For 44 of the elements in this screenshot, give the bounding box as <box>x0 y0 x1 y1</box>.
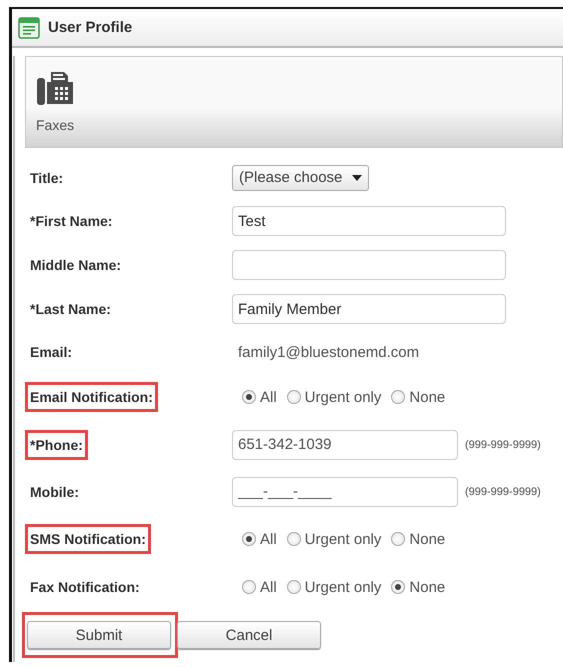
highlighted-field-label: *Phone: <box>25 430 88 460</box>
field-label: Title: <box>29 168 64 188</box>
field-label: Email: <box>29 343 74 362</box>
radio-option[interactable]: None <box>391 530 446 548</box>
radio-option[interactable]: All <box>242 530 277 548</box>
radio-option[interactable]: Urgent only <box>286 388 382 406</box>
phone-field[interactable]: 651-342-1039 <box>232 430 458 460</box>
radio-button[interactable] <box>286 580 301 594</box>
fax-icon <box>36 69 74 107</box>
highlighted-field-label: Email Notification: <box>25 382 158 412</box>
radio-option[interactable]: None <box>391 578 446 596</box>
radio-button[interactable] <box>242 580 256 594</box>
text-field[interactable]: Family Member <box>232 294 506 324</box>
text-field[interactable] <box>232 250 506 280</box>
window-icon <box>18 16 40 38</box>
format-hint: (999-999-9999) <box>465 486 541 498</box>
form-button[interactable]: Cancel <box>177 621 321 649</box>
window-title: User Profile <box>48 19 132 36</box>
radio-button[interactable] <box>391 580 406 594</box>
format-hint: (999-999-9999) <box>465 438 541 450</box>
field-label: *Last Name: <box>29 300 112 319</box>
radio-button[interactable] <box>242 532 256 546</box>
field-label: *First Name: <box>29 212 114 231</box>
caret-icon <box>352 174 362 180</box>
radio-button[interactable] <box>286 390 301 404</box>
radio-option[interactable]: Urgent only <box>286 578 382 596</box>
radio-button[interactable] <box>391 532 406 546</box>
form-button[interactable]: Submit <box>27 621 171 649</box>
field-label: Fax Notification: <box>29 578 141 597</box>
highlighted-field-label: SMS Notification: <box>25 524 151 554</box>
field-label: Mobile: <box>29 482 80 502</box>
phone-field[interactable]: ___-___-____ <box>232 476 458 506</box>
text-field[interactable]: Test <box>232 206 506 236</box>
radio-button[interactable] <box>391 390 406 404</box>
radio-option[interactable]: All <box>242 388 277 406</box>
radio-button[interactable] <box>242 390 256 404</box>
title-dropdown[interactable]: (Please choose <box>232 164 370 190</box>
radio-option[interactable]: All <box>242 578 277 596</box>
toolbar-button[interactable]: Faxes <box>26 57 84 147</box>
radio-option[interactable]: Urgent only <box>286 530 382 548</box>
radio-button[interactable] <box>286 532 301 546</box>
radio-option[interactable]: None <box>391 388 446 406</box>
email-value: family1@bluestonemd.com <box>237 344 420 360</box>
field-label: Middle Name: <box>29 256 122 275</box>
